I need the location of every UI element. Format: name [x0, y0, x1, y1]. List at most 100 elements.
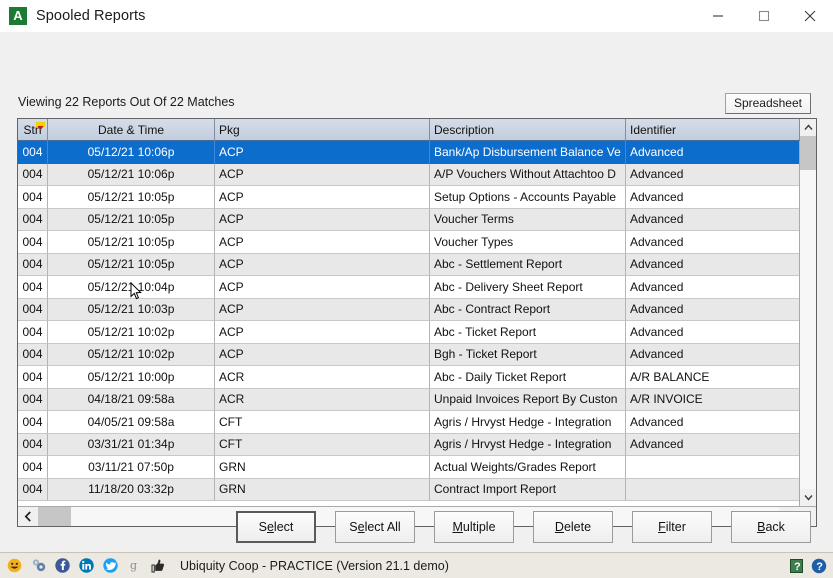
- cell-desc: Voucher Types: [430, 231, 626, 254]
- smiley-icon[interactable]: [6, 557, 23, 574]
- table-row[interactable]: 00405/12/21 10:06pACPA/P Vouchers Withou…: [18, 164, 799, 187]
- cell-dt: 05/12/21 10:05p: [48, 231, 215, 254]
- agvance-a-icon: A: [9, 7, 27, 25]
- cell-id: Advanced: [626, 231, 799, 254]
- context-help-icon[interactable]: ?: [788, 557, 805, 574]
- column-header-desc[interactable]: Description: [430, 119, 626, 141]
- spreadsheet-button[interactable]: Spreadsheet: [725, 93, 811, 114]
- table-row[interactable]: 00405/12/21 10:05pACPSetup Options - Acc…: [18, 186, 799, 209]
- cell-desc: Abc - Delivery Sheet Report: [430, 276, 626, 299]
- cell-id: Advanced: [626, 164, 799, 187]
- cell-desc: Setup Options - Accounts Payable: [430, 186, 626, 209]
- scroll-down-icon[interactable]: [800, 489, 816, 506]
- cell-id: Advanced: [626, 344, 799, 367]
- cell-desc: Actual Weights/Grades Report: [430, 456, 626, 479]
- cell-dt: 05/12/21 10:03p: [48, 299, 215, 322]
- cell-id: A/R INVOICE: [626, 389, 799, 412]
- select-button[interactable]: Select: [236, 511, 316, 543]
- cell-pkg: GRN: [215, 479, 430, 502]
- vertical-scrollbar[interactable]: [799, 119, 816, 506]
- table-row[interactable]: 00405/12/21 10:04pACPAbc - Delivery Shee…: [18, 276, 799, 299]
- cell-desc: Abc - Settlement Report: [430, 254, 626, 277]
- cell-pkg: ACP: [215, 209, 430, 232]
- cell-pkg: ACP: [215, 164, 430, 187]
- cell-stn: 004: [18, 276, 48, 299]
- multiple-button[interactable]: Multiple: [434, 511, 514, 543]
- cell-pkg: ACP: [215, 299, 430, 322]
- maximize-icon[interactable]: [741, 0, 787, 32]
- twitter-icon[interactable]: [102, 557, 119, 574]
- reports-grid: Stn Date & Time PkgDescriptionIdentifier 0…: [17, 118, 817, 527]
- help-icon[interactable]: ?: [810, 557, 827, 574]
- cell-stn: 004: [18, 231, 48, 254]
- cell-pkg: ACP: [215, 344, 430, 367]
- cell-pkg: CFT: [215, 411, 430, 434]
- sort-indicator-icon: [36, 120, 45, 129]
- button-label: Filter: [658, 520, 686, 534]
- cell-id: Advanced: [626, 299, 799, 322]
- cell-stn: 004: [18, 164, 48, 187]
- cell-id: Advanced: [626, 254, 799, 277]
- vertical-scroll-thumb[interactable]: [800, 136, 816, 170]
- minimize-icon[interactable]: [695, 0, 741, 32]
- table-row[interactable]: 00405/12/21 10:00pACRAbc - Daily Ticket …: [18, 366, 799, 389]
- column-header-dt[interactable]: Date & Time: [48, 119, 215, 141]
- linkedin-icon[interactable]: [78, 557, 95, 574]
- client-area: Viewing 22 Reports Out Of 22 Matches Spr…: [0, 32, 833, 552]
- filter-button[interactable]: Filter: [632, 511, 712, 543]
- table-row[interactable]: 00405/12/21 10:03pACPAbc - Contract Repo…: [18, 299, 799, 322]
- status-bar: g Ubiquity Coop - PRACTICE (Version 21.1…: [0, 552, 833, 578]
- thumbs-up-icon[interactable]: [150, 557, 167, 574]
- cell-pkg: ACP: [215, 231, 430, 254]
- gears-icon[interactable]: [30, 557, 47, 574]
- close-icon[interactable]: [787, 0, 833, 32]
- table-row[interactable]: 00405/12/21 10:02pACPBgh - Ticket Report…: [18, 344, 799, 367]
- table-row[interactable]: 00404/05/21 09:58aCFTAgris / Hrvyst Hedg…: [18, 411, 799, 434]
- vertical-scroll-track[interactable]: [800, 136, 816, 489]
- cell-pkg: ACP: [215, 141, 430, 164]
- select-all-button[interactable]: Select All: [335, 511, 415, 543]
- column-header-id[interactable]: Identifier: [626, 119, 800, 141]
- delete-button[interactable]: Delete: [533, 511, 613, 543]
- column-header-stn[interactable]: Stn: [18, 119, 48, 141]
- table-row[interactable]: 00405/12/21 10:05pACPVoucher TermsAdvanc…: [18, 209, 799, 232]
- table-row[interactable]: 00405/12/21 10:05pACPAbc - Settlement Re…: [18, 254, 799, 277]
- button-label: Select All: [349, 520, 400, 534]
- cell-dt: 05/12/21 10:04p: [48, 276, 215, 299]
- cell-pkg: GRN: [215, 456, 430, 479]
- google-plus-icon[interactable]: g: [126, 557, 143, 574]
- cell-dt: 05/12/21 10:00p: [48, 366, 215, 389]
- button-label: Multiple: [452, 520, 495, 534]
- cell-stn: 004: [18, 209, 48, 232]
- facebook-icon[interactable]: [54, 557, 71, 574]
- table-row[interactable]: 00405/12/21 10:05pACPVoucher TypesAdvanc…: [18, 231, 799, 254]
- table-row[interactable]: 00404/18/21 09:58aACRUnpaid Invoices Rep…: [18, 389, 799, 412]
- cell-id: Advanced: [626, 276, 799, 299]
- cell-dt: 03/31/21 01:34p: [48, 434, 215, 457]
- table-row[interactable]: 00405/12/21 10:02pACPAbc - Ticket Report…: [18, 321, 799, 344]
- grid-rows: 00405/12/21 10:06pACPBank/Ap Disbursemen…: [18, 141, 799, 506]
- cell-desc: Contract Import Report: [430, 479, 626, 502]
- scroll-up-icon[interactable]: [800, 119, 816, 136]
- cell-id: Advanced: [626, 321, 799, 344]
- cell-id: Advanced: [626, 411, 799, 434]
- table-row[interactable]: 00403/11/21 07:50pGRNActual Weights/Grad…: [18, 456, 799, 479]
- column-header-pkg[interactable]: Pkg: [215, 119, 430, 141]
- table-row[interactable]: 00403/31/21 01:34pCFTAgris / Hrvyst Hedg…: [18, 434, 799, 457]
- cell-pkg: ACP: [215, 254, 430, 277]
- window-title: Spooled Reports: [36, 8, 146, 24]
- cell-stn: 004: [18, 479, 48, 502]
- table-row[interactable]: 00405/12/21 10:06pACPBank/Ap Disbursemen…: [18, 141, 799, 164]
- cell-stn: 004: [18, 456, 48, 479]
- table-row[interactable]: 00411/18/20 03:32pGRNContract Import Rep…: [18, 479, 799, 502]
- cell-dt: 05/12/21 10:06p: [48, 141, 215, 164]
- back-button[interactable]: Back: [731, 511, 811, 543]
- cell-dt: 04/05/21 09:58a: [48, 411, 215, 434]
- cell-stn: 004: [18, 411, 48, 434]
- cell-stn: 004: [18, 186, 48, 209]
- cell-stn: 004: [18, 344, 48, 367]
- cell-dt: 03/11/21 07:50p: [48, 456, 215, 479]
- cell-id: Advanced: [626, 434, 799, 457]
- cell-dt: 11/18/20 03:32p: [48, 479, 215, 502]
- column-header-label: Date & Time: [98, 123, 164, 137]
